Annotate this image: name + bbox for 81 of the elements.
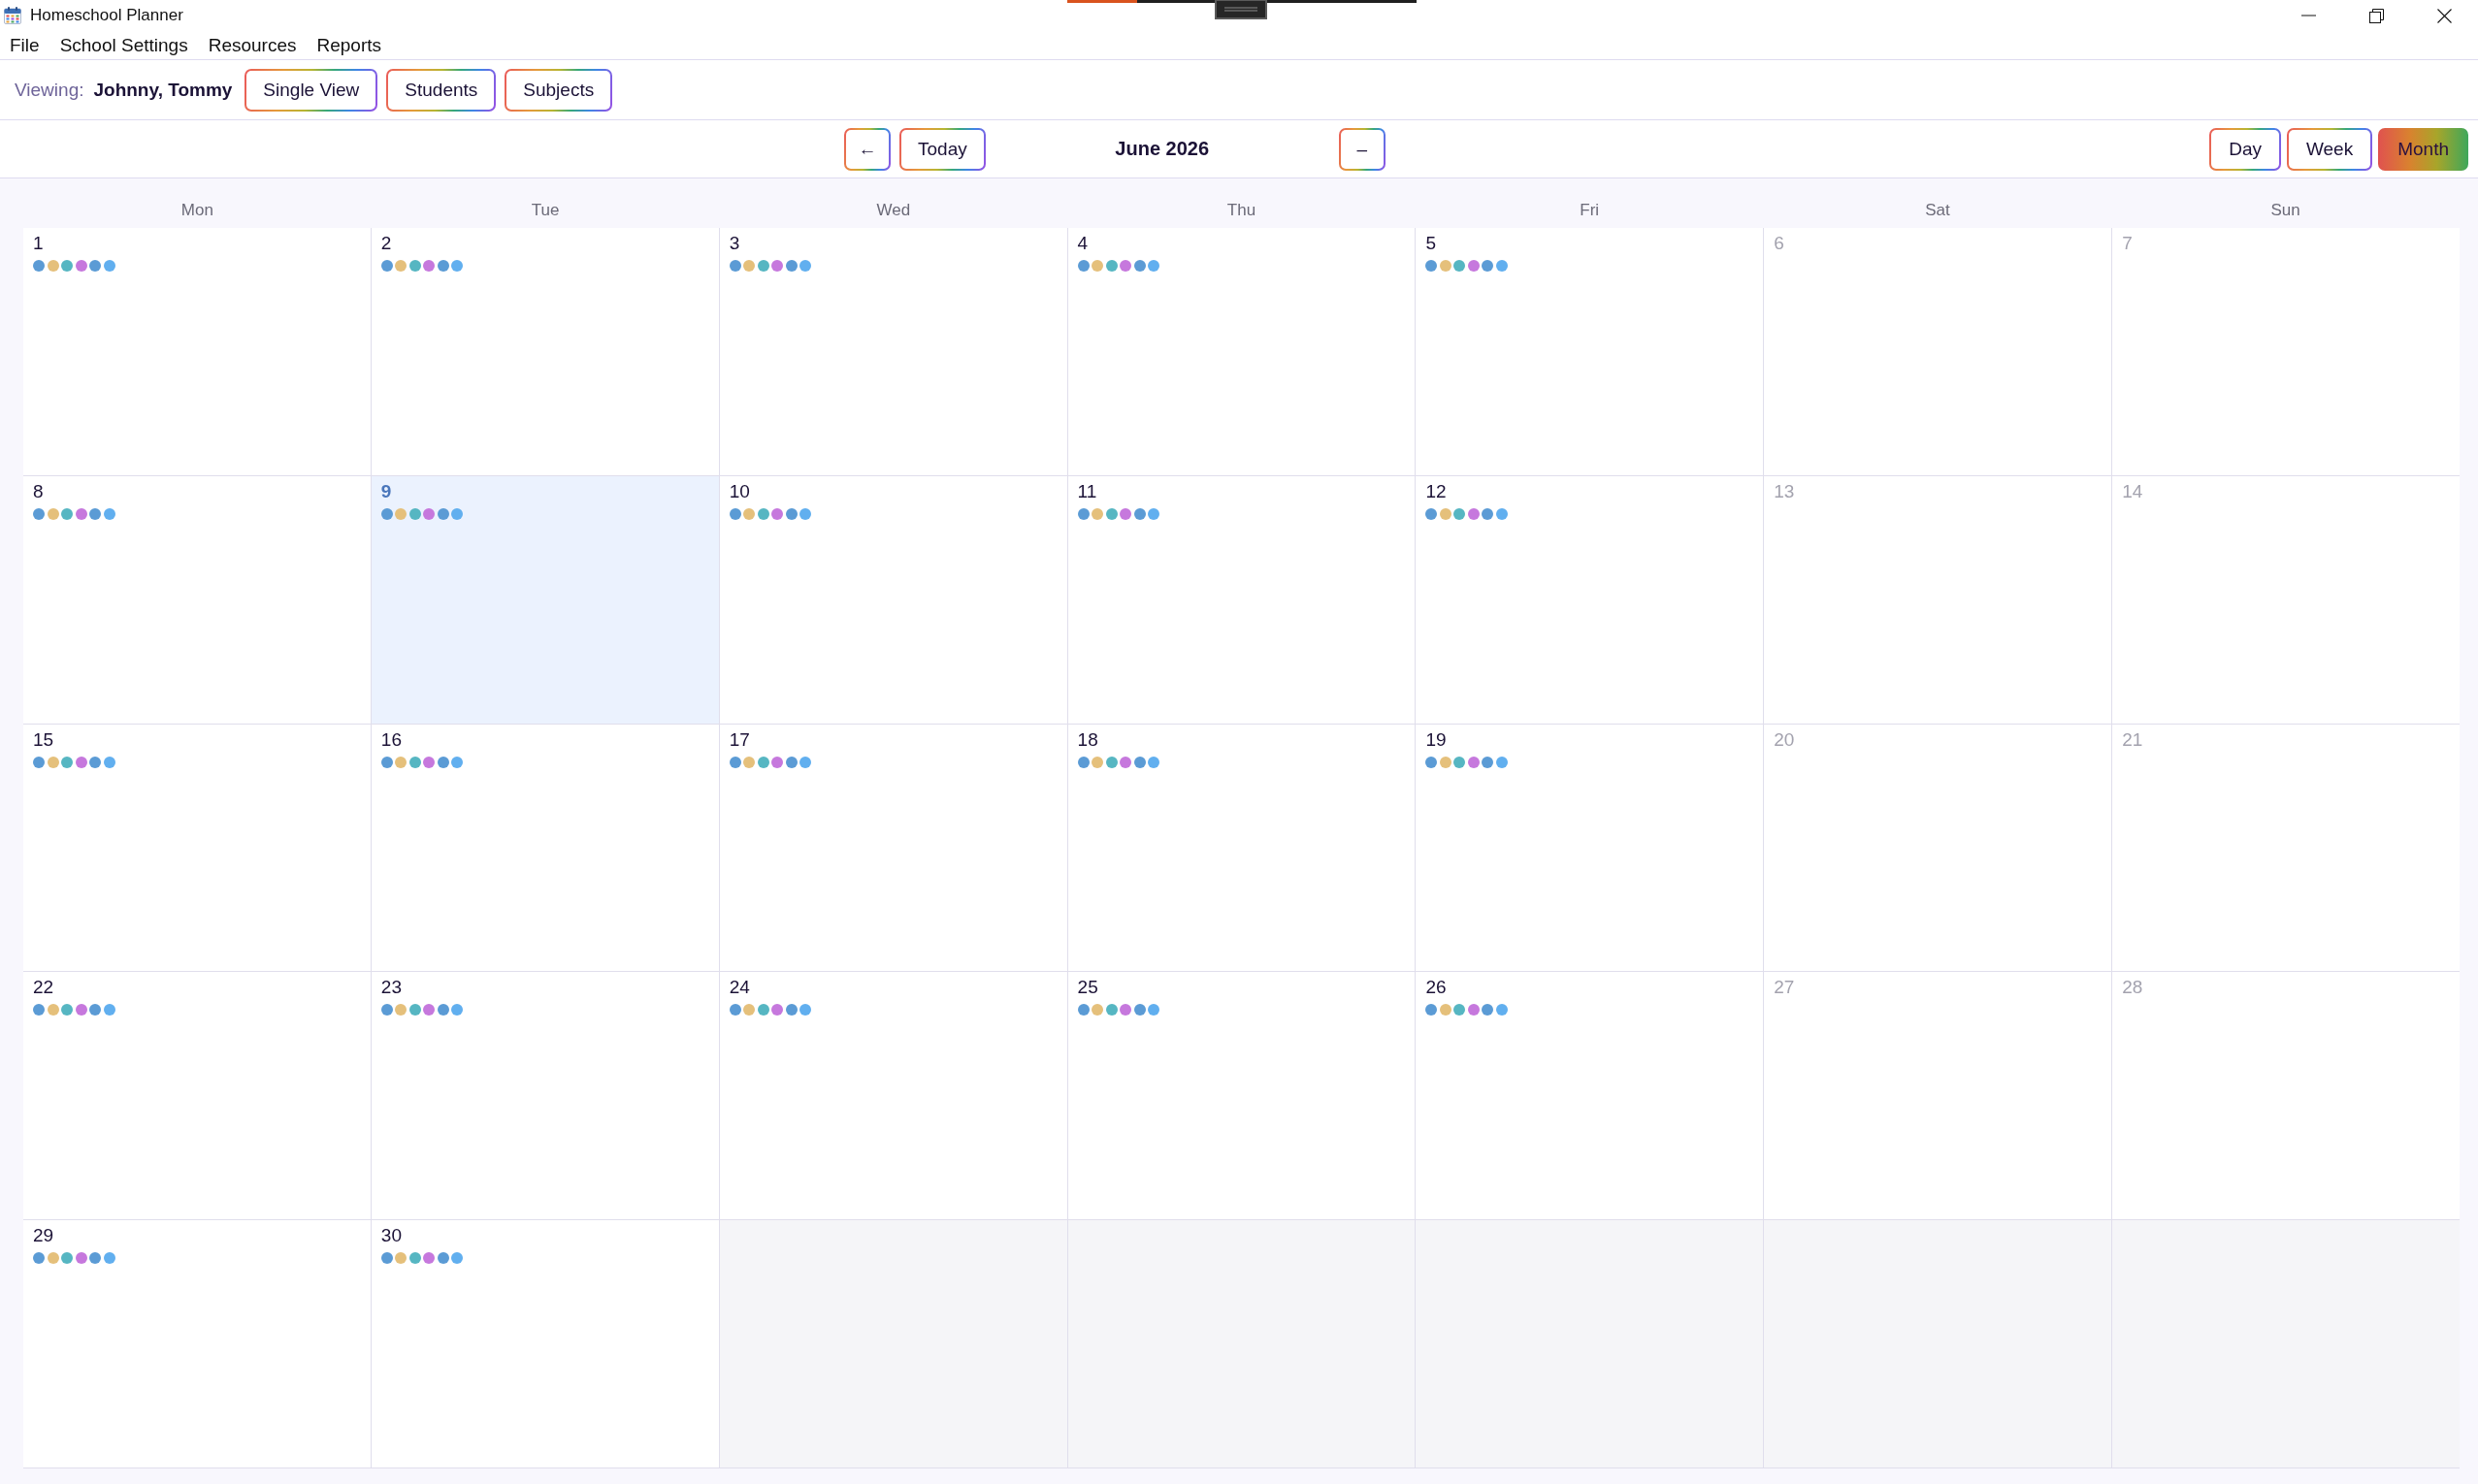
day-number: 29 [33, 1225, 54, 1247]
day-number: 15 [33, 728, 54, 751]
weekday-header: Tue [530, 200, 561, 220]
day-cell[interactable]: 8 [23, 475, 371, 724]
day-cell[interactable]: 1 [23, 228, 371, 475]
day-cell[interactable]: 10 [719, 475, 1067, 724]
day-number: 25 [1077, 977, 1098, 999]
day-cell[interactable]: 12 [1416, 475, 1764, 724]
day-number: 14 [2122, 480, 2143, 502]
weekday-header: Mon [179, 200, 214, 220]
day-number: 27 [1774, 977, 1795, 999]
day-cell[interactable]: 5 [1416, 228, 1764, 475]
view-mode-tab[interactable]: Day [2209, 127, 2281, 171]
day-cell[interactable]: 2 [371, 228, 719, 475]
day-number: 22 [33, 977, 54, 999]
previous-button[interactable]: ← [844, 127, 891, 171]
day-number: 21 [2122, 728, 2143, 751]
weekday-header: Thu [1225, 200, 1257, 220]
today-button[interactable]: Today [899, 127, 986, 171]
day-number: 9 [380, 480, 392, 502]
day-cell[interactable]: 26 [1416, 972, 1764, 1220]
menu-item[interactable]: School Settings [59, 34, 188, 56]
day-cell[interactable]: 3 [719, 228, 1067, 475]
day-cell[interactable]: 19 [1416, 724, 1764, 972]
restore-icon [2368, 8, 2384, 23]
day-number: 10 [729, 480, 750, 502]
day-number: 8 [33, 480, 44, 502]
view-mode-tab[interactable]: Week [2286, 127, 2373, 171]
day-number: 23 [380, 977, 402, 999]
day-number: 16 [380, 728, 402, 751]
day-cell[interactable]: 23 [371, 972, 719, 1220]
close-icon [2436, 8, 2452, 23]
day-number: 17 [729, 728, 750, 751]
day-number: 12 [1425, 480, 1447, 502]
day-number: 24 [729, 977, 750, 999]
weekday-header: Fri [1579, 200, 1601, 220]
day-number: 28 [2122, 977, 2143, 999]
header-button[interactable]: Students [386, 68, 497, 112]
day-number: 1 [33, 233, 44, 254]
day-cell[interactable]: 17 [719, 724, 1067, 972]
day-number: 26 [1425, 977, 1447, 999]
day-cell[interactable]: 18 [1067, 724, 1416, 972]
day-number: 3 [729, 233, 740, 254]
day-number: 7 [2122, 233, 2133, 254]
day-number: 13 [1774, 480, 1795, 502]
day-cell[interactable]: 9 [371, 475, 719, 724]
day-number: 20 [1774, 728, 1795, 751]
day-number: 19 [1425, 728, 1447, 751]
viewing-students: Johnny, Tommy [93, 79, 233, 101]
weekday-header: Sat [1924, 200, 1951, 220]
weekday-header: Wed [875, 200, 912, 220]
menu-item[interactable]: Reports [316, 34, 381, 56]
day-number: 2 [380, 233, 392, 254]
calendar-app-icon [4, 7, 21, 24]
day-cell[interactable]: 30 [371, 1220, 719, 1468]
menu-item[interactable]: Resources [208, 34, 297, 56]
minimize-icon [2300, 15, 2316, 16]
menu-item[interactable]: File [10, 34, 40, 56]
day-number: 5 [1425, 233, 1436, 254]
day-number: 4 [1077, 233, 1089, 254]
weekday-header: Sun [2269, 200, 2301, 220]
day-cell[interactable]: 22 [23, 972, 371, 1220]
grip-handle-icon[interactable] [1215, 0, 1267, 19]
day-cell[interactable]: 4 [1067, 228, 1416, 475]
day-cell[interactable]: 25 [1067, 972, 1416, 1220]
day-cell[interactable]: 16 [371, 724, 719, 972]
day-number: 6 [1774, 233, 1784, 254]
day-number: 30 [380, 1225, 402, 1247]
window-title: Homeschool Planner [30, 6, 183, 25]
next-button[interactable]: – [1338, 127, 1386, 171]
day-number: 18 [1077, 728, 1098, 751]
viewing-label: Viewing: [15, 79, 84, 101]
day-cell[interactable]: 11 [1067, 475, 1416, 724]
header-button[interactable]: Single View [245, 68, 378, 112]
month-title: June 2026 [1114, 138, 1211, 160]
day-cell[interactable]: 24 [719, 972, 1067, 1220]
day-number: 11 [1077, 480, 1097, 502]
day-cell[interactable]: 15 [23, 724, 371, 972]
view-mode-tab[interactable]: Month [2378, 127, 2468, 171]
header-button[interactable]: Subjects [505, 68, 613, 112]
day-cell[interactable]: 29 [23, 1220, 371, 1468]
